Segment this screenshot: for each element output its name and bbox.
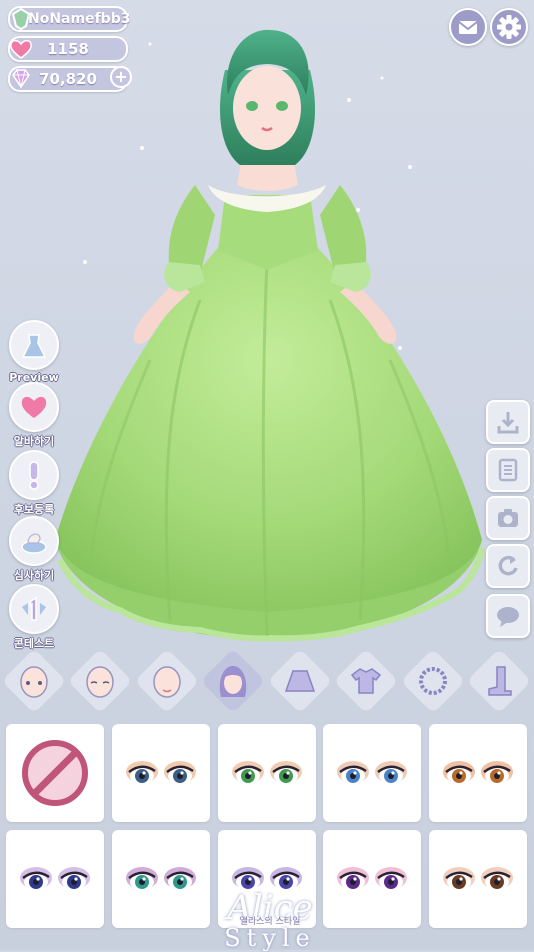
side-label: 후보등록 <box>13 503 55 516</box>
camera-icon <box>498 509 518 527</box>
list-icon <box>498 458 518 482</box>
none-icon <box>22 740 88 806</box>
eyes-preview-icon <box>443 761 513 784</box>
game-logo: Alice 앨리스의 스타일 Style <box>180 890 360 950</box>
category-eyes[interactable] <box>67 648 133 714</box>
camera-button[interactable] <box>486 496 530 540</box>
side-button-candidate[interactable]: 후보등록 <box>9 450 59 517</box>
side-button-judge[interactable]: 심사하기 <box>9 516 59 583</box>
side-label: 심사하기 <box>13 569 55 582</box>
eyes-preview-icon <box>232 761 302 784</box>
heart-icon <box>21 396 47 418</box>
speech-bubble-icon <box>497 607 519 627</box>
side-label: 알바하기 <box>13 435 55 448</box>
eyes-preview-icon <box>443 867 513 890</box>
side-button-judge-circle <box>9 516 59 566</box>
side-button-contest-circle <box>9 584 59 634</box>
category-skirt[interactable] <box>267 648 333 714</box>
side-button-preview[interactable]: Preview <box>9 320 59 384</box>
download-button[interactable] <box>486 400 530 444</box>
logo-style: Style <box>224 924 316 952</box>
category-face[interactable] <box>1 648 67 714</box>
boot-icon <box>488 666 512 696</box>
category-top[interactable] <box>333 648 399 714</box>
side-button-part-time[interactable]: 알바하기 <box>9 382 59 449</box>
reset-button[interactable] <box>486 544 530 588</box>
category-shoes[interactable] <box>466 648 532 714</box>
eyes-preview-icon <box>126 761 196 784</box>
item-eyes-brown[interactable] <box>429 830 527 928</box>
skirt-icon <box>284 670 316 692</box>
item-eyes-indigo[interactable] <box>6 830 104 928</box>
list-button[interactable] <box>486 448 530 492</box>
download-icon <box>497 412 519 434</box>
judge-icon <box>21 533 47 554</box>
category-mouth[interactable] <box>134 648 200 714</box>
hair-icon <box>219 666 247 697</box>
item-none[interactable] <box>6 724 104 822</box>
necklace-icon <box>419 667 447 695</box>
category-accessory[interactable] <box>400 648 466 714</box>
item-eyes-amber[interactable] <box>429 724 527 822</box>
side-button-contest[interactable]: 콘테스트 <box>9 584 59 651</box>
chat-button[interactable] <box>486 594 530 638</box>
side-button-part-time-circle <box>9 382 59 432</box>
dress-preview-icon <box>21 334 47 358</box>
dress-skirt <box>55 240 485 642</box>
side-button-candidate-circle <box>9 450 59 500</box>
first-place-icon <box>22 596 46 621</box>
character-illustration <box>55 29 485 642</box>
face-eyes-icon <box>86 666 114 698</box>
shirt-icon <box>350 668 382 694</box>
face <box>233 66 301 150</box>
item-eyes-blue[interactable] <box>323 724 421 822</box>
item-eyes-green[interactable] <box>218 724 316 822</box>
face-mouth-icon <box>153 666 181 698</box>
category-hair[interactable] <box>200 648 266 714</box>
eyes-preview-icon <box>337 761 407 784</box>
category-bar <box>0 642 534 718</box>
side-button-preview-circle <box>9 320 59 370</box>
exclamation-icon <box>29 461 39 490</box>
undo-icon <box>498 555 518 576</box>
item-eyes-blue-dark[interactable] <box>112 724 210 822</box>
face-shape-icon <box>20 666 48 698</box>
eyes-preview-icon <box>20 867 90 890</box>
